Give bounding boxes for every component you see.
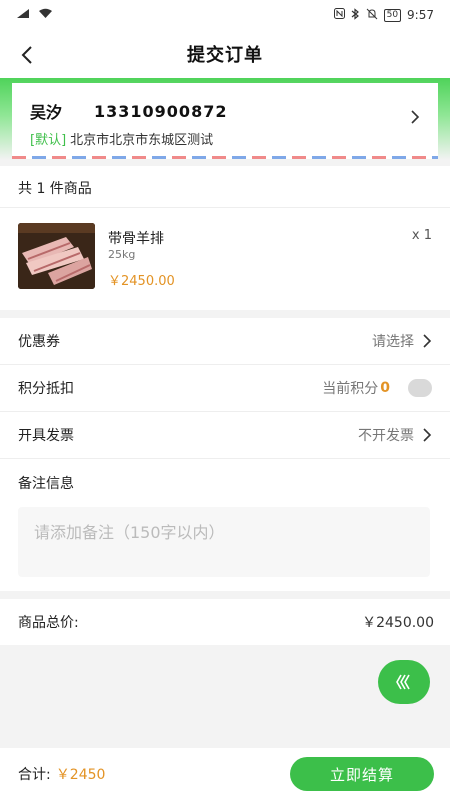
mute-icon (366, 8, 378, 23)
bluetooth-icon (351, 7, 360, 23)
chevron-right-icon (423, 334, 432, 348)
remark-section: 备注信息 (0, 459, 450, 591)
sum-value: ￥2450 (55, 767, 106, 783)
remark-input[interactable] (18, 507, 430, 577)
invoice-label: 开具发票 (18, 428, 74, 444)
coupon-row[interactable]: 优惠券 请选择 (0, 318, 450, 365)
points-value: 0 (380, 380, 390, 396)
bottom-bar: 合计: ￥2450 立即结算 (0, 748, 450, 800)
status-bar: 50 9:57 (0, 0, 450, 30)
goods-item[interactable]: 带骨羊排 25kg ￥2450.00 x 1 (0, 208, 450, 310)
nfc-icon (333, 8, 345, 22)
header: 提交订单 (0, 30, 450, 78)
chevron-right-icon (410, 109, 420, 129)
checkout-button[interactable]: 立即结算 (290, 757, 434, 791)
product-name: 带骨羊排 (108, 231, 164, 247)
address-card[interactable]: 吴汐 13310900872 [默认] 北京市北京市东城区测试 (12, 83, 438, 159)
goods-count: 共 1 件商品 (0, 166, 450, 208)
sum-label: 合计: (18, 767, 51, 783)
points-value-label: 当前积分 (322, 381, 379, 397)
address-detail: 北京市北京市东城区测试 (70, 133, 214, 148)
wifi-icon (38, 8, 53, 22)
invoice-value: 不开发票 (358, 428, 414, 444)
signal-icon (16, 8, 30, 22)
goods-total-label: 商品总价: (18, 615, 79, 631)
chevron-left-icon (21, 46, 32, 64)
points-label: 积分抵扣 (18, 381, 74, 397)
product-image (18, 223, 95, 289)
battery-icon: 50 (383, 8, 402, 22)
order-options: 优惠券 请选择 积分抵扣 当前积分 0 开具发票 不开发票 (0, 318, 450, 459)
points-row: 积分抵扣 当前积分 0 (0, 365, 450, 412)
goods-total-row: 商品总价: ￥2450.00 (0, 599, 450, 645)
floating-menu-button[interactable] (378, 660, 430, 704)
coupon-value: 请选择 (372, 334, 414, 350)
triple-chevron-left-icon (396, 674, 410, 690)
status-time: 9:57 (407, 8, 434, 22)
coupon-label: 优惠券 (18, 334, 60, 350)
envelope-dash-border (12, 156, 438, 159)
chevron-right-icon (423, 428, 432, 442)
back-button[interactable] (12, 40, 42, 70)
invoice-row[interactable]: 开具发票 不开发票 (0, 412, 450, 459)
default-address-tag: [默认] (30, 133, 67, 148)
receiver-name: 吴汐 (30, 103, 63, 122)
remark-title: 备注信息 (18, 476, 74, 492)
points-toggle[interactable] (408, 379, 432, 397)
goods-total-value: ￥2450.00 (362, 615, 434, 631)
product-price: ￥2450.00 (108, 274, 175, 289)
receiver-phone: 13310900872 (94, 101, 228, 121)
page-title: 提交订单 (187, 45, 263, 66)
product-spec: 25kg (108, 248, 136, 261)
product-quantity: x 1 (411, 228, 432, 243)
